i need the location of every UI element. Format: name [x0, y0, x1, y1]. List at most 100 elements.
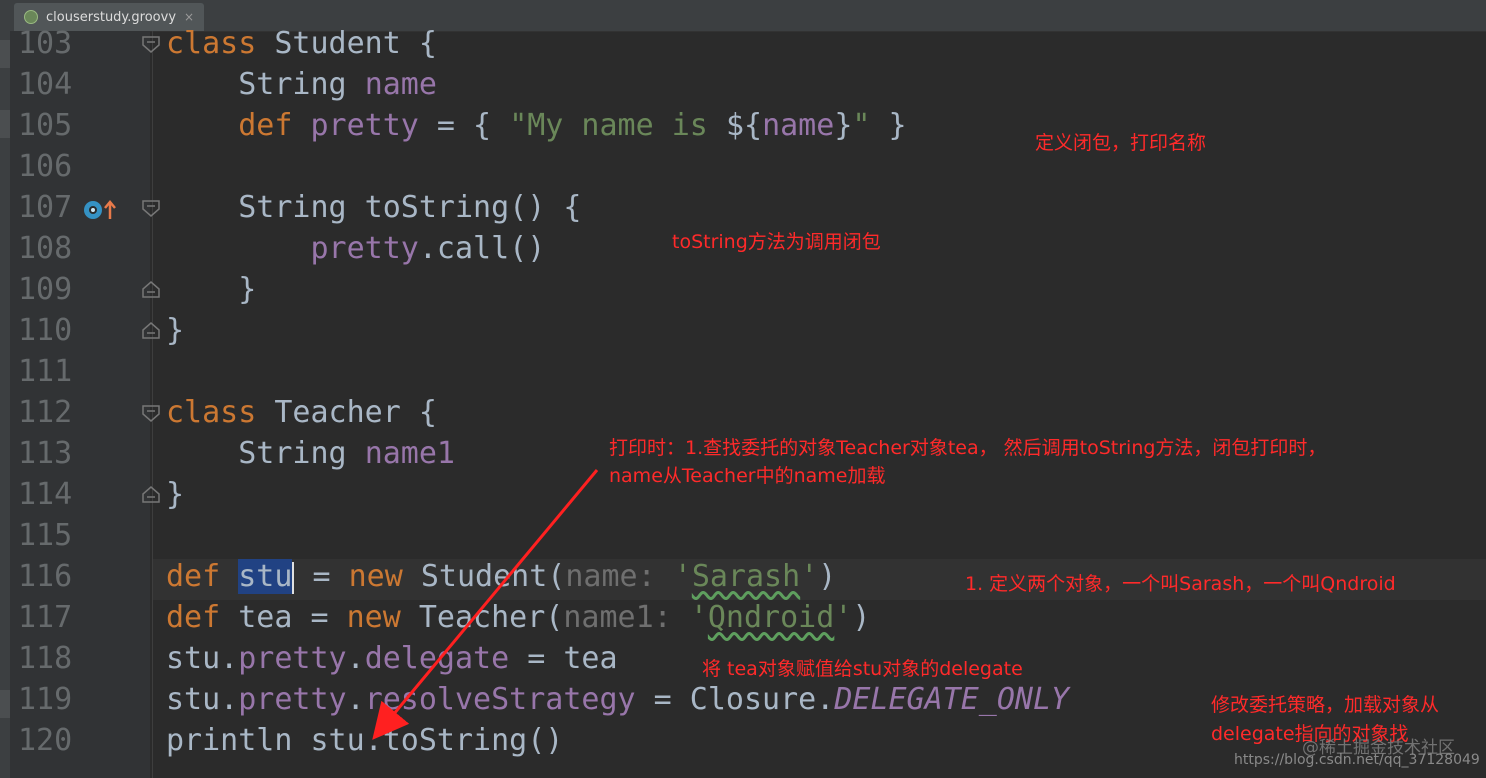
line-number: 111: [18, 354, 73, 389]
fold-marker-icon[interactable]: [141, 199, 161, 217]
code-token: stu: [238, 559, 293, 594]
line-number: 120: [18, 723, 73, 758]
annotation-assign-delegate: 将 tea对象赋值给stu对象的delegate: [702, 658, 1023, 680]
code-text[interactable]: def stu = new Student(name: 'Sarash'): [166, 556, 836, 597]
code-token: new: [348, 559, 421, 594]
code-token: = tea: [509, 641, 618, 676]
line-number: 113: [18, 436, 73, 471]
fold-marker-icon[interactable]: [141, 404, 161, 422]
code-token: name: [364, 67, 437, 102]
groovy-file-icon: [24, 10, 38, 24]
code-token: tea =: [238, 600, 347, 635]
code-token: Teacher {: [274, 395, 437, 430]
code-token: ${: [725, 108, 763, 143]
code-text[interactable]: stu.pretty.resolveStrategy = Closure.DEL…: [166, 679, 1069, 720]
code-line[interactable]: 107 String toString() {: [0, 187, 1486, 228]
code-text[interactable]: String name1: [166, 433, 455, 474]
code-text[interactable]: class Student {: [166, 23, 437, 64]
line-number: 109: [18, 272, 73, 307]
code-line[interactable]: 117 def tea = new Teacher(name1: 'Qndroid…: [0, 597, 1486, 638]
code-text[interactable]: pretty.call(): [166, 228, 546, 269]
code-token: ': [673, 559, 692, 594]
code-token: def: [166, 108, 311, 143]
code-token: =: [294, 559, 349, 594]
code-token: def: [166, 600, 239, 635]
code-token: .: [346, 682, 365, 717]
code-token: String toString() {: [166, 190, 582, 225]
code-text[interactable]: println stu.toString(): [166, 720, 563, 761]
code-token: resolveStrategy: [364, 682, 636, 717]
code-token: name:: [565, 559, 674, 594]
code-token: pretty: [310, 231, 419, 266]
override-marker-icon[interactable]: [82, 198, 122, 222]
watermark-url: https://blog.csdn.net/qq_37128049: [1234, 752, 1480, 768]
code-token: class: [166, 395, 275, 430]
code-token: ': [689, 600, 708, 635]
code-token: }: [166, 272, 257, 307]
line-number: 115: [18, 518, 73, 553]
fold-marker-icon[interactable]: [141, 486, 161, 504]
code-line[interactable]: 109 }: [0, 269, 1486, 310]
line-number: 104: [18, 67, 73, 102]
code-token: class: [166, 26, 275, 61]
code-token: .call(): [418, 231, 546, 266]
code-line[interactable]: 110}: [0, 310, 1486, 351]
line-number: 110: [18, 313, 73, 348]
code-token: ': [834, 600, 853, 635]
code-line[interactable]: 103 class Student {: [0, 23, 1486, 64]
code-token: }: [166, 477, 185, 512]
code-token: ): [818, 559, 837, 594]
line-number: 117: [18, 600, 73, 635]
code-token: name1:: [563, 600, 690, 635]
line-number: 106: [18, 149, 73, 184]
line-number: 108: [18, 231, 73, 266]
code-token: String: [166, 436, 365, 471]
code-line[interactable]: 104 String name: [0, 64, 1486, 105]
code-text[interactable]: }: [166, 269, 256, 310]
annotation-strategy-line1: 修改委托策略，加载对象从: [1211, 694, 1440, 716]
fold-marker-icon[interactable]: [141, 322, 161, 340]
line-number: 105: [18, 108, 73, 143]
code-text[interactable]: def tea = new Teacher(name1: 'Qndroid'): [166, 597, 870, 638]
fold-marker-icon[interactable]: [141, 281, 161, 299]
code-token: ): [852, 600, 871, 635]
annotation-print-lookup-line2: name从Teacher中的name加载: [609, 465, 886, 487]
code-line[interactable]: 105 def pretty = { "My name is ${name}" …: [0, 105, 1486, 146]
code-token: "My name is: [509, 108, 726, 143]
code-token: = {: [418, 108, 510, 143]
code-token: println stu.toString(): [166, 723, 564, 758]
code-token: ': [800, 559, 819, 594]
code-text[interactable]: stu.pretty.delegate = tea: [166, 638, 618, 679]
line-number: 114: [18, 477, 73, 512]
code-token: Qndroid: [707, 600, 835, 635]
annotation-define-closure: 定义闭包，打印名称: [1035, 132, 1207, 154]
code-token: pretty: [238, 682, 347, 717]
line-number: 103: [18, 26, 73, 61]
line-number: 112: [18, 395, 73, 430]
code-line[interactable]: 111: [0, 351, 1486, 392]
code-token: }: [166, 313, 185, 348]
annotation-tostring-calls-closure: toString方法为调用闭包: [672, 231, 881, 253]
code-text[interactable]: def pretty = { "My name is ${name}" }: [166, 105, 906, 146]
close-tab-icon[interactable]: ×: [184, 10, 194, 24]
code-text[interactable]: String toString() {: [166, 187, 581, 228]
code-token: .: [346, 641, 365, 676]
code-token: new: [346, 600, 419, 635]
code-token: Sarash: [691, 559, 801, 594]
code-text[interactable]: String name: [166, 64, 437, 105]
code-token: stu.: [166, 641, 239, 676]
code-line[interactable]: 112 class Teacher {: [0, 392, 1486, 433]
fold-marker-icon[interactable]: [141, 35, 161, 53]
code-line[interactable]: 115: [0, 515, 1486, 556]
code-token: Student {: [274, 26, 437, 61]
code-token: Teacher(: [418, 600, 564, 635]
code-token: stu.: [166, 682, 239, 717]
code-token: pretty: [310, 108, 419, 143]
code-line[interactable]: 106: [0, 146, 1486, 187]
code-text[interactable]: }: [166, 310, 184, 351]
code-text[interactable]: }: [166, 474, 184, 515]
code-text[interactable]: class Teacher {: [166, 392, 437, 433]
code-token: }: [834, 108, 853, 143]
annotation-print-lookup-line1: 打印时：1.查找委托的对象Teacher对象tea， 然后调用toString方…: [609, 437, 1327, 459]
